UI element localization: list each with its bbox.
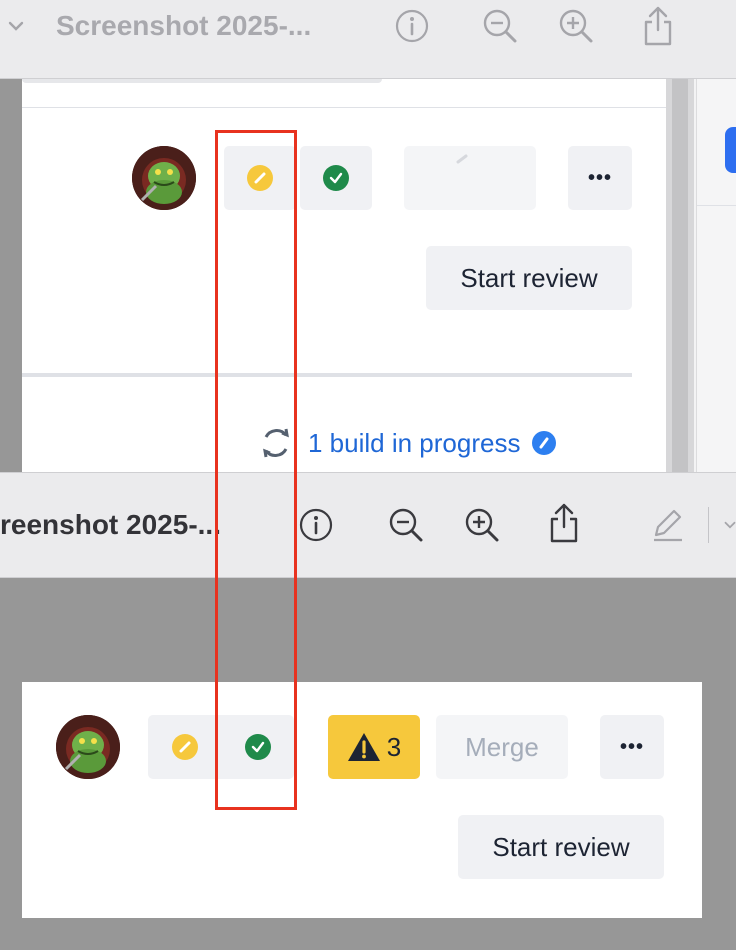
highlight-annotation-box [215, 130, 297, 810]
reviewer-approved[interactable] [300, 146, 372, 210]
info-icon[interactable] [296, 503, 336, 547]
markup-pencil-icon[interactable] [648, 503, 688, 547]
bottom-toolbar: reenshot 2025-... [0, 472, 736, 578]
divider [697, 205, 736, 206]
needs-work-icon [171, 734, 198, 760]
in-progress-badge-icon [532, 431, 557, 455]
more-actions-button[interactable]: ••• [568, 146, 632, 210]
more-icon: ••• [619, 735, 644, 758]
window-title: Screenshot 2025-... [56, 10, 312, 41]
pull-request-card-bottom: 3 Merge ••• Start review [22, 682, 702, 918]
zoom-out-icon[interactable] [480, 6, 520, 46]
start-review-label: Start review [492, 831, 630, 862]
merge-button[interactable]: Merge [436, 715, 568, 779]
top-toolbar: Screenshot 2025-... [0, 0, 736, 79]
build-status-text[interactable]: 1 build in progress [308, 428, 520, 459]
warning-icon [347, 732, 381, 762]
start-review-label: Start review [460, 262, 598, 293]
more-icon: ••• [587, 166, 612, 189]
avatar [132, 146, 196, 210]
divider [22, 107, 666, 108]
scrollbar-thumb[interactable] [672, 79, 688, 472]
warning-badge[interactable]: 3 [328, 715, 420, 779]
zoom-in-icon[interactable] [462, 503, 502, 547]
zoom-in-icon[interactable] [556, 6, 596, 46]
top-window: Screenshot 2025-... ••• Start review 1 b… [0, 0, 736, 472]
merge-button-placeholder[interactable] [404, 146, 536, 210]
document-margin [0, 79, 22, 472]
scroll-stub [22, 79, 382, 83]
chevron-down-icon[interactable] [724, 515, 736, 535]
toolbar-separator [708, 507, 709, 543]
section-divider [22, 373, 632, 377]
warning-count: 3 [386, 731, 402, 762]
share-icon[interactable] [544, 499, 584, 547]
more-actions-button[interactable]: ••• [600, 715, 664, 779]
start-review-button[interactable]: Start review [426, 246, 632, 310]
avatar [56, 715, 120, 779]
zoom-out-icon[interactable] [386, 503, 426, 547]
share-icon[interactable] [638, 4, 678, 48]
info-icon[interactable] [392, 6, 432, 46]
pull-request-card-top: ••• Start review 1 build in progress [22, 79, 666, 472]
blue-tab-edge [725, 127, 736, 173]
start-review-button[interactable]: Start review [458, 815, 664, 879]
approved-icon [323, 165, 349, 191]
chevron-down-icon[interactable] [4, 14, 28, 38]
side-panel [696, 79, 736, 472]
build-status[interactable]: 1 build in progress [258, 423, 598, 463]
merge-label: Merge [465, 731, 539, 762]
reviewer-needs-work[interactable] [148, 715, 221, 779]
